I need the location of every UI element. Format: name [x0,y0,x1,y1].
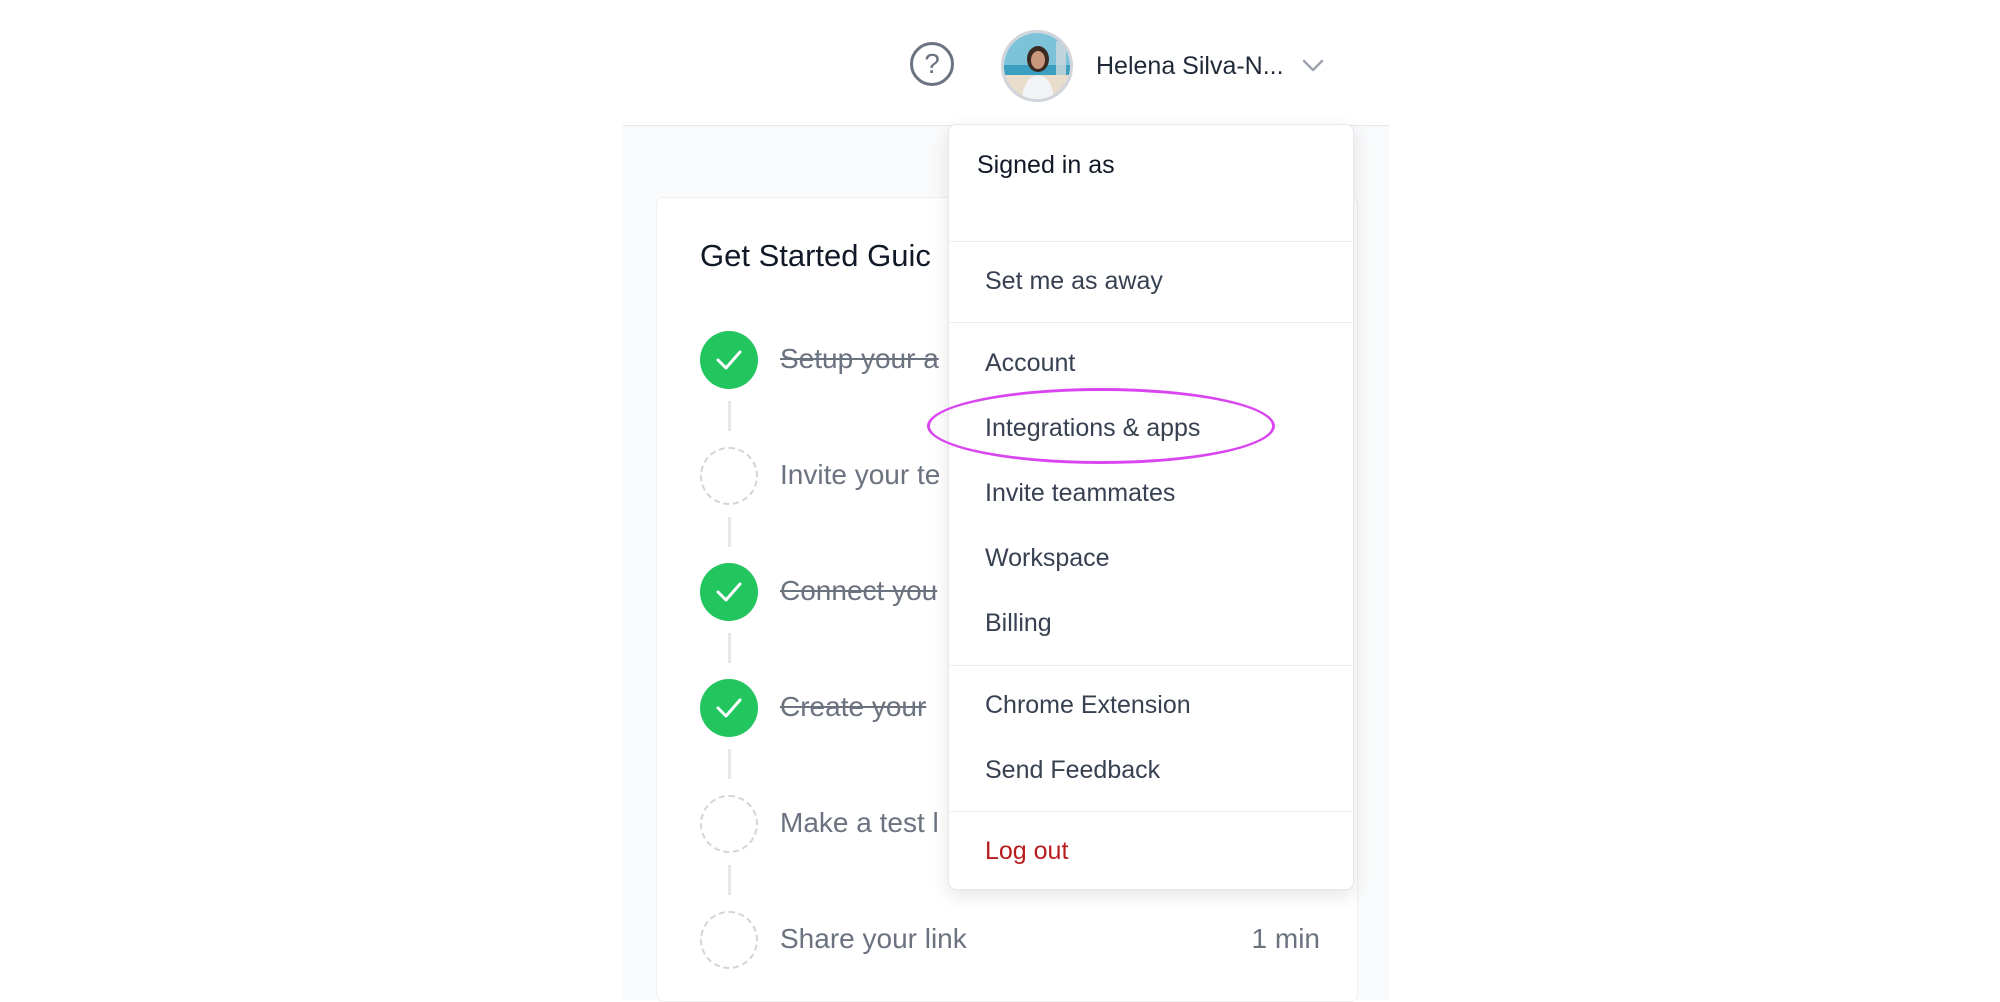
menu-item-account[interactable]: Account [985,349,1075,378]
menu-item-workspace[interactable]: Workspace [985,544,1110,573]
step-pending-indicator [700,447,758,505]
step-duration: 1 min [1251,923,1320,954]
step-label: Invite your te [780,459,941,490]
menu-divider [949,322,1353,323]
user-menu-trigger[interactable]: Helena Silva-N... [1001,30,1324,102]
user-name[interactable]: Helena Silva-N... [1096,52,1284,81]
menu-item-chrome-extension[interactable]: Chrome Extension [985,691,1191,720]
menu-divider [949,241,1353,242]
step-connector [728,749,731,779]
avatar[interactable] [1001,30,1073,102]
step-complete-indicator [700,679,758,737]
step-label: Setup your a [780,343,939,374]
check-icon [716,582,742,602]
check-icon [716,698,742,718]
menu-divider [949,665,1353,666]
top-bar: ? Helena Silva-N... [623,0,1389,126]
menu-item-log-out[interactable]: Log out [985,837,1068,866]
step-label: Make a test l [780,807,939,838]
menu-item-set-away[interactable]: Set me as away [985,267,1163,296]
step-label: Share your link [780,923,967,954]
signed-in-label: Signed in as [977,151,1115,179]
check-icon [716,350,742,370]
step-label: Connect you [780,575,938,606]
step-connector [728,633,731,663]
menu-item-send-feedback[interactable]: Send Feedback [985,756,1160,785]
step-label: Create your [780,691,927,722]
avatar-image [1004,33,1070,99]
step-connector [728,401,731,431]
menu-divider [949,811,1353,812]
guide-title: Get Started Guic [700,238,931,273]
step-complete-indicator [700,331,758,389]
step-pending-indicator [700,911,758,969]
user-dropdown-menu: Signed in as Set me as away Account Inte… [948,124,1354,890]
step-connector [728,517,731,547]
help-button[interactable]: ? [910,42,954,86]
menu-item-billing[interactable]: Billing [985,609,1052,638]
step-connector [728,865,731,895]
step-item[interactable]: Share your link 1 min [700,911,1320,969]
question-circle-icon: ? [924,48,940,79]
step-pending-indicator [700,795,758,853]
chevron-down-icon[interactable] [1302,59,1324,73]
menu-item-integrations-apps[interactable]: Integrations & apps [985,414,1200,443]
menu-item-invite-teammates[interactable]: Invite teammates [985,479,1175,508]
step-complete-indicator [700,563,758,621]
